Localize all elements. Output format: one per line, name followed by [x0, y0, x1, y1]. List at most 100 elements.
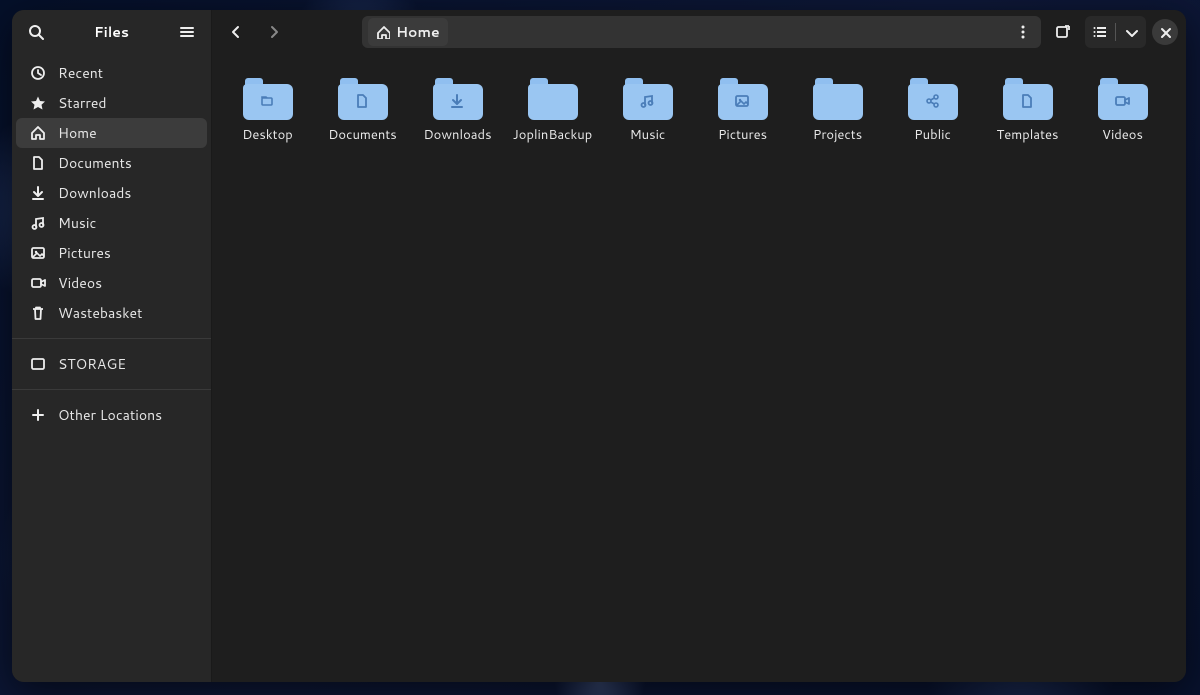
list-view-button[interactable] — [1085, 17, 1115, 47]
download-icon — [30, 185, 46, 201]
drive-icon — [30, 356, 46, 372]
sidebar-item-pictures[interactable]: Pictures — [16, 238, 207, 268]
folder-generic-icon — [259, 93, 277, 111]
sidebar-item-other-locations[interactable]: Other Locations — [16, 400, 207, 430]
sidebar-item-label: Documents — [58, 153, 132, 173]
folder-desktop[interactable]: Desktop — [220, 72, 315, 158]
sidebar-separator — [12, 389, 211, 390]
sidebar-header: Files — [12, 10, 211, 54]
file-manager-window: Files Recent Starred Home Documents Download… — [12, 10, 1186, 682]
sidebar-item-label: Starred — [58, 93, 107, 113]
clock-icon — [30, 65, 46, 81]
sidebar-item-starred[interactable]: Starred — [16, 88, 207, 118]
sidebar-item-label: STORAGE — [58, 354, 126, 374]
sidebar-item-label: Music — [58, 213, 96, 233]
folder-label: Music — [630, 128, 666, 144]
folder-templates[interactable]: Templates — [980, 72, 1075, 158]
sidebar-item-downloads[interactable]: Downloads — [16, 178, 207, 208]
folder-projects[interactable]: Projects — [790, 72, 885, 158]
video-icon — [30, 275, 46, 291]
close-button[interactable] — [1152, 19, 1178, 45]
folder-label: Downloads — [423, 128, 491, 144]
folder-grid: Desktop Documents Downloads JoplinBackup Mus… — [220, 72, 1178, 158]
sidebar-item-videos[interactable]: Videos — [16, 268, 207, 298]
folder-label: Projects — [813, 128, 862, 144]
sidebar-item-home[interactable]: Home — [16, 118, 207, 148]
new-tab-icon — [1055, 24, 1071, 40]
folder-music[interactable]: Music — [600, 72, 695, 158]
folder-icon — [338, 78, 388, 120]
path-segment-home[interactable]: Home — [368, 18, 448, 46]
sidebar-item-label: Other Locations — [58, 405, 162, 425]
close-icon — [1158, 25, 1172, 39]
sidebar-item-label: Home — [58, 123, 97, 143]
main-pane: Home — [212, 10, 1186, 682]
sidebar-item-storage[interactable]: STORAGE — [16, 349, 207, 379]
list-icon — [1092, 24, 1108, 40]
folder-pictures[interactable]: Pictures — [695, 72, 790, 158]
trash-icon — [30, 305, 46, 321]
sidebar-item-label: Recent — [58, 63, 103, 83]
folder-icon — [718, 78, 768, 120]
sidebar-item-recent[interactable]: Recent — [16, 58, 207, 88]
chevron-right-icon — [266, 24, 282, 40]
plus-icon — [30, 407, 46, 423]
new-tab-button[interactable] — [1047, 16, 1079, 48]
app-title: Files — [94, 22, 129, 42]
menu-icon — [179, 24, 195, 40]
home-icon — [376, 25, 390, 39]
document-icon — [1019, 93, 1037, 111]
sidebar-item-label: Wastebasket — [58, 303, 142, 323]
folder-icon — [528, 78, 578, 120]
home-icon — [30, 125, 46, 141]
star-icon — [30, 95, 46, 111]
sidebar-places: Recent Starred Home Documents Downloads Music… — [12, 54, 211, 332]
path-menu-button[interactable] — [1011, 20, 1035, 44]
picture-icon — [734, 93, 752, 111]
chevron-down-icon — [1124, 25, 1138, 39]
picture-icon — [30, 245, 46, 261]
folder-label: Public — [914, 128, 951, 144]
pathbar[interactable]: Home — [362, 16, 1041, 48]
document-icon — [30, 155, 46, 171]
folder-label: Templates — [997, 128, 1059, 144]
sidebar-item-label: Downloads — [58, 183, 131, 203]
music-icon — [30, 215, 46, 231]
folder-downloads[interactable]: Downloads — [410, 72, 505, 158]
folder-public[interactable]: Public — [885, 72, 980, 158]
path-segment-label: Home — [396, 22, 440, 42]
sidebar-item-music[interactable]: Music — [16, 208, 207, 238]
folder-icon — [908, 78, 958, 120]
folder-label: JoplinBackup — [513, 128, 593, 144]
sidebar-other: Other Locations — [12, 396, 211, 434]
more-icon — [1015, 24, 1031, 40]
folder-label: Pictures — [718, 128, 767, 144]
music-icon — [639, 93, 657, 111]
chevron-left-icon — [228, 24, 244, 40]
search-button[interactable] — [22, 18, 50, 46]
folder-icon — [813, 78, 863, 120]
forward-button[interactable] — [258, 16, 290, 48]
folder-label: Desktop — [242, 128, 293, 144]
sidebar-mounts: STORAGE — [12, 345, 211, 383]
back-button[interactable] — [220, 16, 252, 48]
search-icon — [28, 24, 44, 40]
sidebar-item-label: Pictures — [58, 243, 111, 263]
folder-icon — [623, 78, 673, 120]
content-area: Desktop Documents Downloads JoplinBackup Mus… — [212, 54, 1186, 682]
folder-joplinbackup[interactable]: JoplinBackup — [505, 72, 600, 158]
download-icon — [449, 93, 467, 111]
folder-documents[interactable]: Documents — [315, 72, 410, 158]
folder-videos[interactable]: Videos — [1075, 72, 1170, 158]
folder-icon — [1098, 78, 1148, 120]
sidebar-item-wastebasket[interactable]: Wastebasket — [16, 298, 207, 328]
view-options-button[interactable] — [1116, 17, 1146, 47]
sidebar-menu-button[interactable] — [173, 18, 201, 46]
toolbar: Home — [212, 10, 1186, 54]
sidebar-item-documents[interactable]: Documents — [16, 148, 207, 178]
folder-icon — [243, 78, 293, 120]
folder-icon — [433, 78, 483, 120]
folder-label: Videos — [1102, 128, 1143, 144]
sidebar-item-label: Videos — [58, 273, 102, 293]
folder-icon — [1003, 78, 1053, 120]
